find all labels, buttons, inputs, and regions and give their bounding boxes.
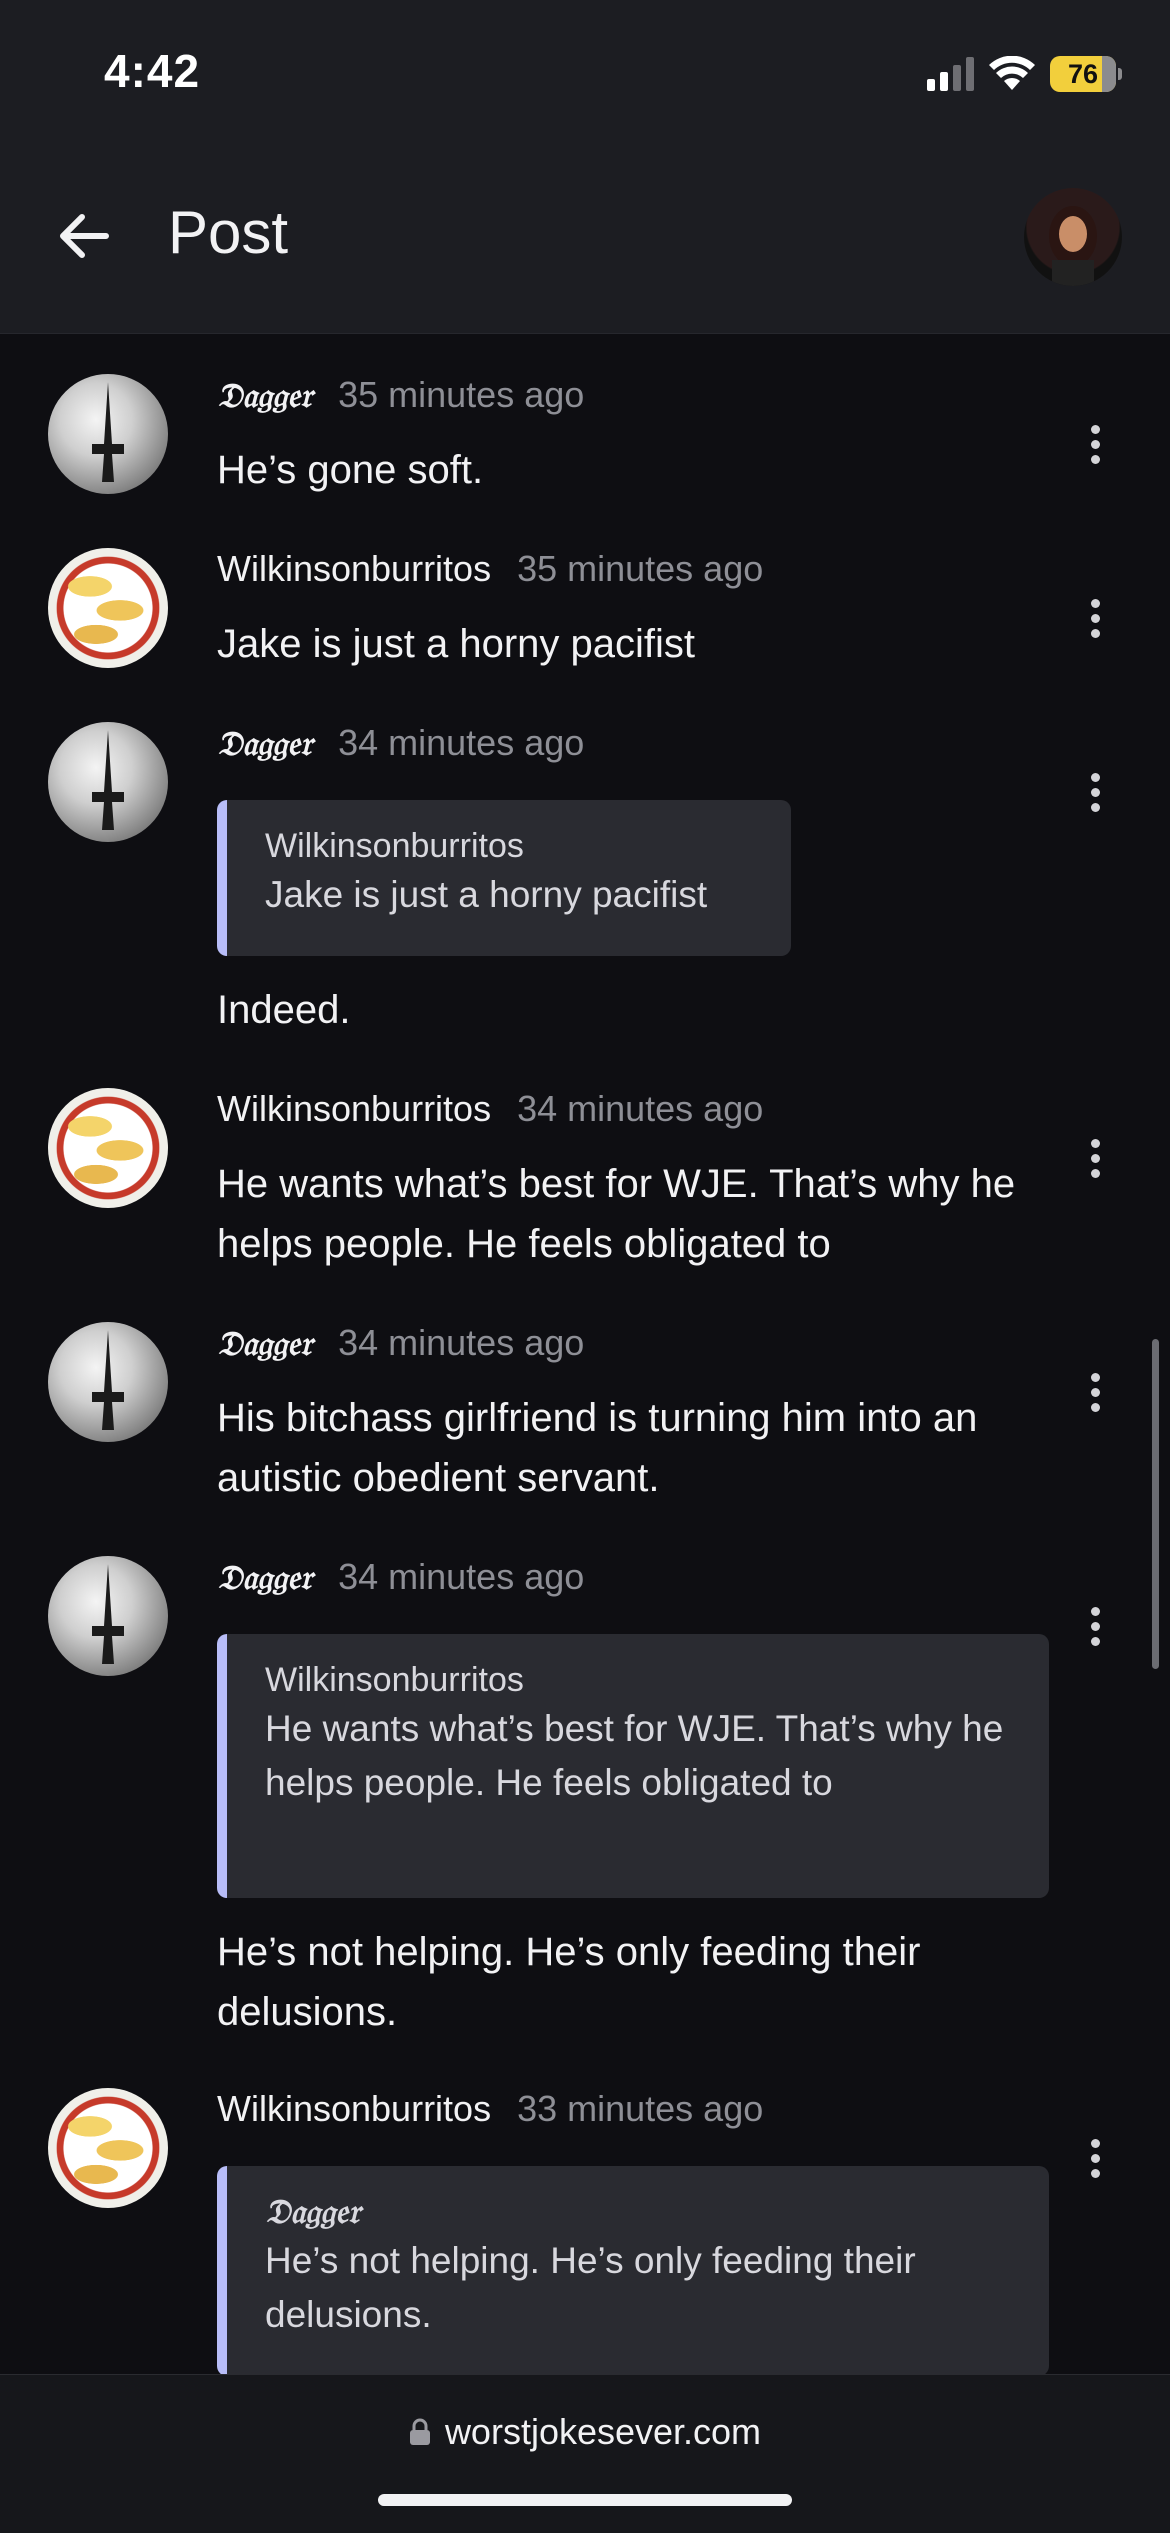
more-options-button[interactable]	[1080, 1128, 1110, 1188]
comment-text: He wants what’s best for WJE. That’s why…	[217, 1162, 1016, 1266]
quote-text: He wants what’s best for WJE. That’s why…	[265, 1708, 1004, 1803]
user-avatar[interactable]	[48, 1088, 168, 1208]
comment-author[interactable]: 𝔇𝔞𝔤𝔤𝔢𝔯	[217, 376, 312, 416]
comment-text: His bitchass girlfriend is turning him i…	[217, 1396, 978, 1500]
more-options-button[interactable]	[1080, 588, 1110, 648]
quoted-comment[interactable]: 𝔇𝔞𝔤𝔤𝔢𝔯 He’s not helping. He’s only feedi…	[217, 2166, 1049, 2374]
battery-icon: 76	[1050, 56, 1122, 92]
quote-author: Wilkinsonburritos	[265, 1661, 524, 1699]
quote-text: Jake is just a horny pacifist	[265, 874, 708, 915]
comment-timestamp: 34 minutes ago	[338, 1322, 585, 1363]
scrollbar[interactable]	[1152, 1339, 1159, 1669]
quoted-comment[interactable]: Wilkinsonburritos He wants what’s best f…	[217, 1634, 1049, 1898]
comment-timestamp: 33 minutes ago	[517, 2088, 764, 2129]
user-avatar[interactable]	[48, 2088, 168, 2208]
comment-author[interactable]: Wilkinsonburritos	[217, 548, 491, 590]
comment-text: He’s not helping. He’s only feeding thei…	[217, 1930, 921, 2034]
comment-text: Indeed.	[217, 988, 351, 1032]
browser-url-bar[interactable]: worstjokesever.com	[0, 2374, 1170, 2533]
comment-timestamp: 34 minutes ago	[338, 1556, 585, 1597]
more-options-button[interactable]	[1080, 1362, 1110, 1422]
comment-text: He’s gone soft.	[217, 448, 484, 492]
page-title: Post	[168, 199, 289, 266]
quote-text: He’s not helping. He’s only feeding thei…	[265, 2240, 916, 2335]
url-domain: worstjokesever.com	[444, 2411, 762, 2452]
user-avatar[interactable]	[48, 1322, 168, 1442]
comment-timestamp: 35 minutes ago	[338, 374, 585, 415]
comment-text: Jake is just a horny pacifist	[217, 622, 695, 666]
more-options-button[interactable]	[1080, 762, 1110, 822]
comment-author[interactable]: 𝔇𝔞𝔤𝔤𝔢𝔯	[217, 1324, 312, 1364]
quoted-comment[interactable]: Wilkinsonburritos Jake is just a horny p…	[217, 800, 791, 956]
comment-author[interactable]: 𝔇𝔞𝔤𝔤𝔢𝔯	[217, 724, 312, 764]
comment-author[interactable]: 𝔇𝔞𝔤𝔤𝔢𝔯	[217, 1558, 312, 1598]
status-icons: 76	[927, 52, 1122, 96]
quote-author: 𝔇𝔞𝔤𝔤𝔢𝔯	[265, 2192, 361, 2232]
top-bar: 4:42 76 Post	[0, 0, 1170, 334]
comment-timestamp: 34 minutes ago	[517, 1088, 764, 1129]
comment-author[interactable]: Wilkinsonburritos	[217, 2088, 491, 2130]
more-options-button[interactable]	[1080, 414, 1110, 474]
status-time: 4:42	[104, 45, 201, 97]
lock-icon	[409, 2418, 430, 2445]
profile-avatar[interactable]	[1024, 188, 1122, 286]
user-avatar[interactable]	[48, 722, 168, 842]
user-avatar[interactable]	[48, 548, 168, 668]
user-avatar[interactable]	[48, 1556, 168, 1676]
wifi-icon	[989, 56, 1035, 90]
quote-author: Wilkinsonburritos	[265, 827, 524, 865]
home-indicator[interactable]	[378, 2494, 792, 2506]
user-avatar[interactable]	[48, 374, 168, 494]
battery-percent: 76	[1067, 58, 1099, 89]
more-options-button[interactable]	[1080, 1596, 1110, 1656]
cellular-signal-icon	[927, 57, 974, 91]
arrow-left-icon	[60, 214, 109, 258]
back-button[interactable]	[54, 206, 114, 266]
comment-timestamp: 35 minutes ago	[517, 548, 764, 589]
comment-timestamp: 34 minutes ago	[338, 722, 585, 763]
comment-feed: 𝔇𝔞𝔤𝔤𝔢𝔯 35 minutes ago He’s gone soft. Wi…	[0, 334, 1170, 2374]
more-options-button[interactable]	[1080, 2128, 1110, 2188]
comment-author[interactable]: Wilkinsonburritos	[217, 1088, 491, 1130]
